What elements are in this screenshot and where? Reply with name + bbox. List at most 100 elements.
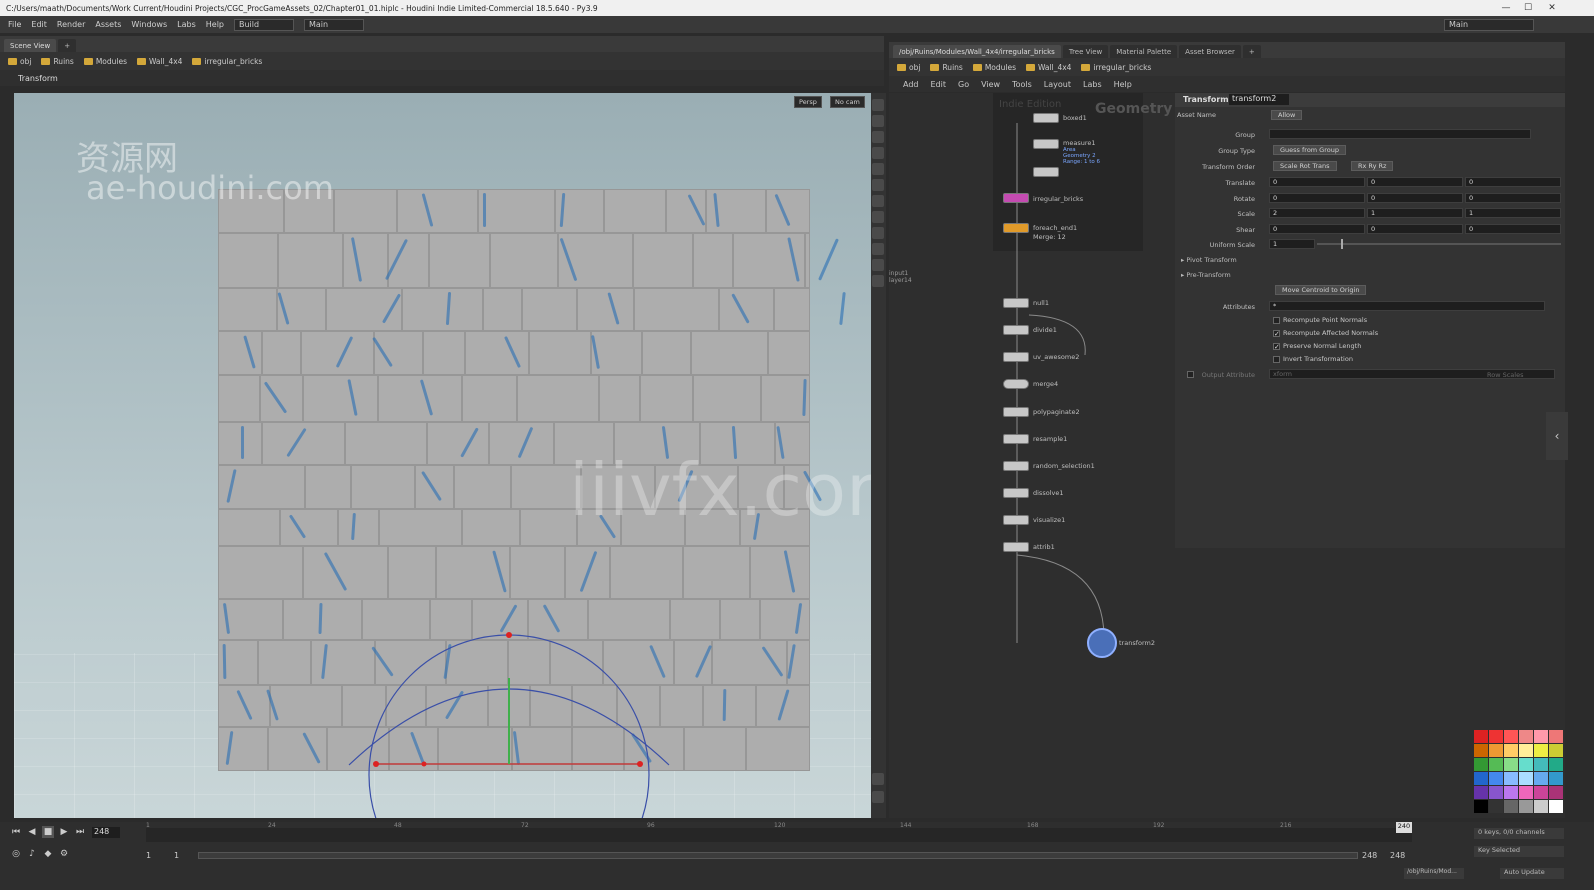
transform-handle[interactable] <box>14 93 871 818</box>
swatch[interactable] <box>1534 758 1548 771</box>
left-crumb-ruins[interactable]: Ruins <box>41 57 74 66</box>
range-end-b[interactable]: 248 <box>1390 851 1405 860</box>
node-attrib1[interactable] <box>1003 542 1029 552</box>
net-menu-go[interactable]: Go <box>958 80 969 89</box>
swatch[interactable] <box>1504 786 1518 799</box>
right-crumb-obj[interactable]: obj <box>897 63 920 72</box>
tab-scene-view[interactable]: Scene View <box>4 39 57 52</box>
rotate-order-dropdown[interactable]: Rx Ry Rz <box>1351 161 1394 171</box>
attributes-field[interactable]: * <box>1269 301 1545 311</box>
grid-tool-icon[interactable] <box>872 791 884 803</box>
net-menu-add[interactable]: Add <box>903 80 919 89</box>
tab-material-palette[interactable]: Material Palette <box>1110 45 1178 58</box>
move-centroid-button[interactable]: Move Centroid to Origin <box>1275 285 1367 295</box>
network-editor[interactable]: Geometry Indie Edition input1 layer14 bo… <box>889 93 1175 818</box>
left-crumb-wall[interactable]: Wall_4x4 <box>137 57 182 66</box>
snap-tool-icon[interactable] <box>872 211 884 223</box>
swatch[interactable] <box>1519 800 1533 813</box>
swatch[interactable] <box>1519 730 1533 743</box>
right-crumb-bricks[interactable]: irregular_bricks <box>1081 63 1151 72</box>
left-crumb-modules[interactable]: Modules <box>83 57 127 66</box>
node-uv-awesome2[interactable] <box>1003 352 1029 362</box>
swatch[interactable] <box>1549 772 1563 785</box>
translate-y[interactable]: 0 <box>1367 177 1463 187</box>
collapse-panel-button[interactable]: ‹ <box>1546 412 1568 460</box>
swatch[interactable] <box>1474 744 1488 757</box>
swatch[interactable] <box>1474 772 1488 785</box>
swatch[interactable] <box>1474 786 1488 799</box>
invert-transformation-checkbox[interactable] <box>1273 356 1280 363</box>
stop-icon[interactable]: ■ <box>42 826 54 838</box>
add-tab-button[interactable]: + <box>1242 45 1261 58</box>
swatch[interactable] <box>1534 786 1548 799</box>
node-boxed1[interactable] <box>1033 113 1059 123</box>
display-tool-icon[interactable] <box>872 227 884 239</box>
swatch[interactable] <box>1549 744 1563 757</box>
maximize-button[interactable]: ☐ <box>1522 2 1534 14</box>
add-tab-button[interactable]: + <box>58 39 77 52</box>
swatch[interactable] <box>1549 758 1563 771</box>
key-selected-dropdown[interactable]: Key Selected <box>1474 846 1564 857</box>
swatch[interactable] <box>1504 730 1518 743</box>
rotate-tool-icon[interactable] <box>872 131 884 143</box>
node-foreach-end[interactable] <box>1003 223 1029 233</box>
swatch[interactable] <box>1519 786 1533 799</box>
node-polypaginate2[interactable] <box>1003 407 1029 417</box>
uniform-scale-field[interactable]: 1 <box>1269 239 1315 249</box>
current-frame-field[interactable]: 248 <box>92 827 120 838</box>
swatch[interactable] <box>1519 744 1533 757</box>
handle-tool-icon[interactable] <box>872 163 884 175</box>
left-crumb-obj[interactable]: obj <box>8 57 31 66</box>
swatch[interactable] <box>1474 730 1488 743</box>
shelf-dropdown[interactable]: Main <box>304 18 364 31</box>
swatch[interactable] <box>1474 800 1488 813</box>
rotate-z[interactable]: 0 <box>1465 193 1561 203</box>
timeline-bar[interactable] <box>146 828 1412 842</box>
swatch[interactable] <box>1549 730 1563 743</box>
left-crumb-bricks[interactable]: irregular_bricks <box>192 57 262 66</box>
node-measure1[interactable] <box>1033 139 1059 149</box>
swatch[interactable] <box>1519 772 1533 785</box>
swatch[interactable] <box>1504 800 1518 813</box>
translate-z[interactable]: 0 <box>1465 177 1561 187</box>
node-generic[interactable] <box>1033 167 1059 177</box>
swatch[interactable] <box>1504 744 1518 757</box>
uniform-scale-slider[interactable] <box>1317 243 1561 245</box>
right-crumb-wall[interactable]: Wall_4x4 <box>1026 63 1071 72</box>
right-crumb-modules[interactable]: Modules <box>972 63 1016 72</box>
tab-network[interactable]: /obj/Ruins/Modules/Wall_4x4/irregular_br… <box>893 45 1061 58</box>
net-menu-tools[interactable]: Tools <box>1012 80 1032 89</box>
camera-tool-icon[interactable] <box>872 275 884 287</box>
color-palette[interactable] <box>1474 730 1564 820</box>
scale-y[interactable]: 1 <box>1367 208 1463 218</box>
group-type-dropdown[interactable]: Guess from Group <box>1273 145 1346 155</box>
menu-file[interactable]: File <box>8 20 21 29</box>
scale-tool-icon[interactable] <box>872 147 884 159</box>
light-tool-icon[interactable] <box>872 259 884 271</box>
range-slider[interactable] <box>198 852 1358 859</box>
scale-x[interactable]: 2 <box>1269 208 1365 218</box>
realtime-icon[interactable]: ◎ <box>10 848 22 860</box>
minimize-button[interactable]: — <box>1500 2 1512 14</box>
shear-z[interactable]: 0 <box>1465 224 1561 234</box>
range-end-a[interactable]: 248 <box>1362 851 1377 860</box>
swatch[interactable] <box>1504 758 1518 771</box>
swatch[interactable] <box>1549 800 1563 813</box>
shear-x[interactable]: 0 <box>1269 224 1365 234</box>
audio-icon[interactable]: ♪ <box>26 848 38 860</box>
shear-y[interactable]: 0 <box>1367 224 1463 234</box>
swatch[interactable] <box>1534 772 1548 785</box>
rotate-x[interactable]: 0 <box>1269 193 1365 203</box>
swatch[interactable] <box>1489 744 1503 757</box>
swatch[interactable] <box>1474 758 1488 771</box>
swatch[interactable] <box>1489 758 1503 771</box>
right-desktop-dropdown[interactable]: Main <box>1444 18 1534 31</box>
swatch[interactable] <box>1519 758 1533 771</box>
pre-transform-folder[interactable]: ▸ Pre-Transform <box>1181 271 1231 279</box>
asset-name-dropdown[interactable]: Allow <box>1271 110 1303 120</box>
menu-labs[interactable]: Labs <box>177 20 196 29</box>
preserve-normal-length-checkbox[interactable]: ✓ <box>1273 343 1280 351</box>
end-frame-marker[interactable]: 240 <box>1396 822 1412 833</box>
net-menu-help[interactable]: Help <box>1114 80 1132 89</box>
pivot-transform-folder[interactable]: ▸ Pivot Transform <box>1181 256 1237 264</box>
